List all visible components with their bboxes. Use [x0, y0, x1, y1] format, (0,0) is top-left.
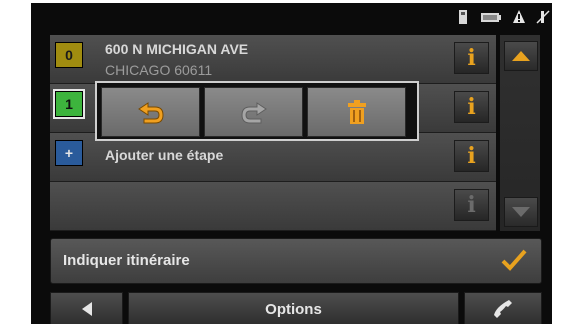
back-arrow-icon [81, 302, 92, 316]
undo-arrow-icon [137, 102, 164, 124]
swap-button[interactable] [204, 87, 303, 137]
show-itinerary-button[interactable]: Indiquer itinéraire [50, 238, 542, 284]
alert-icon [513, 10, 525, 23]
delete-button[interactable] [307, 87, 406, 137]
info-icon: i [467, 143, 476, 169]
device-icon [459, 10, 467, 24]
stop-address-line2: CHICAGO 60611 [105, 62, 213, 78]
trash-icon [347, 100, 366, 124]
phone-button[interactable] [464, 292, 542, 324]
info-button[interactable]: i [454, 91, 489, 123]
swap-arrow-icon [240, 102, 267, 124]
info-icon: i [467, 45, 476, 71]
gps-signal-icon [536, 10, 550, 24]
triangle-up-icon [512, 51, 530, 61]
info-icon: i [467, 94, 476, 120]
triangle-down-icon [512, 207, 530, 217]
scroll-down-button[interactable] [504, 197, 538, 227]
add-stop-badge: + [55, 140, 83, 166]
status-bar [456, 6, 550, 28]
add-stop-label: Ajouter une étape [105, 147, 224, 163]
info-button[interactable]: i [454, 42, 489, 74]
undo-button[interactable] [101, 87, 200, 137]
back-button[interactable] [50, 292, 123, 324]
list-scrollbar[interactable] [500, 35, 540, 231]
phone-icon [494, 300, 512, 318]
stop-number-badge: 1 [55, 91, 83, 117]
empty-stop-row: i [50, 182, 496, 231]
route-stop-row[interactable]: 0 600 N MICHIGAN AVE CHICAGO 60611 i [50, 35, 496, 84]
scroll-up-button[interactable] [504, 41, 538, 71]
info-icon: i [467, 192, 476, 218]
battery-icon [481, 13, 501, 22]
options-label: Options [265, 300, 322, 318]
show-itinerary-label: Indiquer itinéraire [63, 252, 190, 269]
stop-action-popup [95, 81, 419, 141]
checkmark-icon [501, 249, 527, 271]
options-button[interactable]: Options [128, 292, 459, 324]
info-button-disabled: i [454, 189, 489, 221]
info-button[interactable]: i [454, 140, 489, 172]
navigation-screen: 0 600 N MICHIGAN AVE CHICAGO 60611 i 1 i… [31, 3, 552, 324]
stop-number-badge: 0 [55, 42, 83, 68]
stop-address-line1: 600 N MICHIGAN AVE [105, 41, 249, 57]
